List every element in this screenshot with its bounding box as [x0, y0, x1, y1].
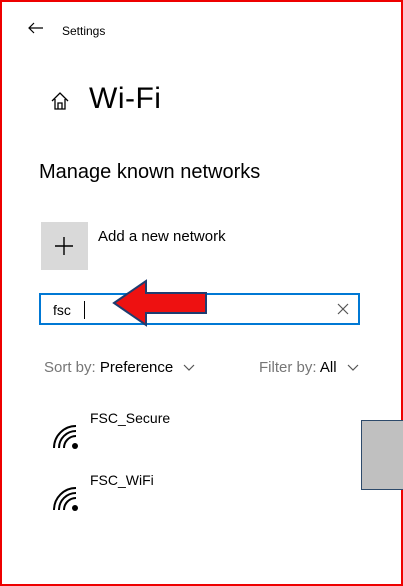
sort-dropdown[interactable]: Sort by: Preference	[44, 359, 195, 376]
red-arrow-annotation	[112, 279, 207, 327]
sort-value: Preference	[99, 359, 174, 376]
close-icon[interactable]	[336, 302, 350, 316]
back-arrow-icon	[28, 22, 43, 34]
chevron-down-icon	[347, 364, 359, 371]
plus-icon	[55, 237, 73, 255]
wifi-signal-icon	[53, 487, 78, 511]
filter-prefix: Filter by:	[259, 359, 317, 376]
text-cursor	[84, 301, 85, 319]
add-network-button[interactable]	[41, 222, 88, 270]
filter-dropdown[interactable]: Filter by: All	[259, 359, 359, 376]
network-name: FSC_WiFi	[90, 472, 154, 488]
add-network-label[interactable]: Add a new network	[98, 228, 226, 245]
back-button[interactable]	[28, 21, 50, 39]
network-list-item[interactable]: FSC_Secure	[40, 410, 360, 464]
wifi-signal-icon	[53, 425, 78, 449]
chevron-down-icon	[183, 364, 195, 371]
sort-prefix: Sort by:	[44, 359, 96, 376]
page-title: Wi-Fi	[89, 82, 162, 115]
settings-window: Settings Wi-Fi Manage known networks Add…	[2, 2, 401, 584]
network-list-item[interactable]: FSC_WiFi	[40, 472, 360, 526]
network-name: FSC_Secure	[90, 410, 171, 426]
filter-value: All	[319, 359, 337, 376]
title-bar: Settings	[2, 2, 401, 42]
scroll-thumb[interactable]	[361, 420, 403, 490]
app-title: Settings	[62, 24, 106, 38]
home-icon	[51, 92, 69, 110]
section-title: Manage known networks	[39, 161, 261, 183]
